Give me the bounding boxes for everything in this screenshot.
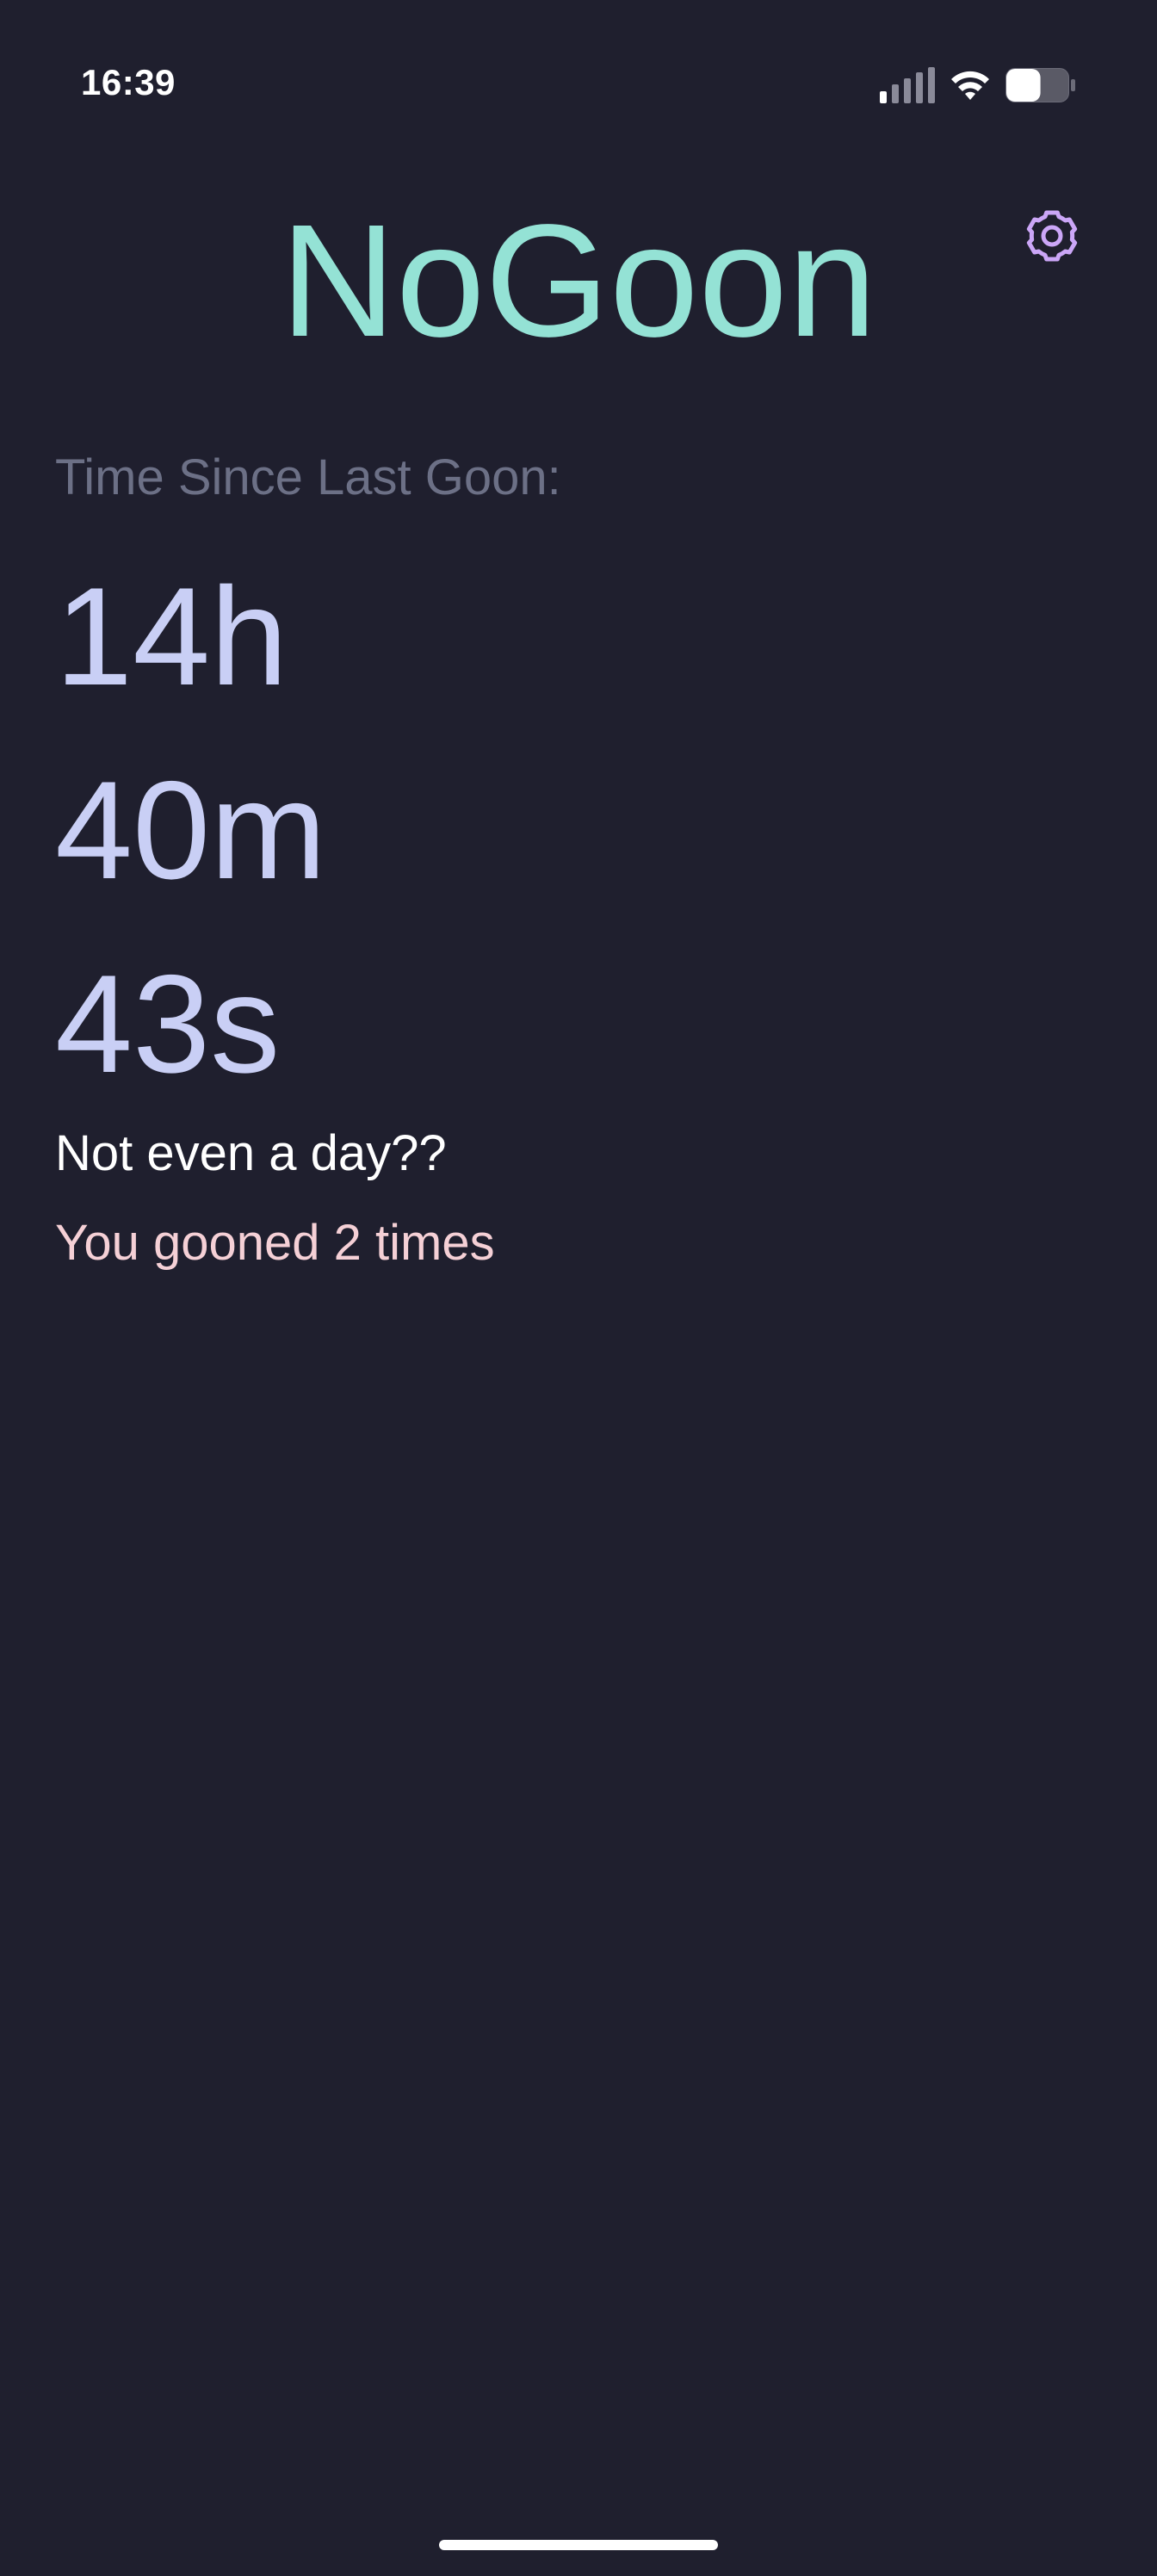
app-title: NoGoon: [280, 192, 877, 370]
home-indicator[interactable]: [439, 2540, 718, 2550]
settings-button[interactable]: [1018, 201, 1086, 270]
cellular-signal-icon: [880, 67, 935, 103]
status-bar: 16:39: [0, 0, 1157, 172]
wifi-icon: [951, 71, 989, 100]
seconds-value: 43s: [55, 946, 281, 1102]
goon-count: You gooned 2 times: [55, 1215, 495, 1271]
status-time: 16:39: [81, 62, 176, 102]
gear-icon: [1026, 210, 1078, 262]
time-since-label: Time Since Last Goon:: [55, 449, 561, 505]
status-message: Not even a day??: [55, 1125, 447, 1181]
battery-icon: [1005, 68, 1075, 102]
hours-value: 14h: [55, 559, 288, 715]
minutes-value: 40m: [55, 752, 327, 908]
